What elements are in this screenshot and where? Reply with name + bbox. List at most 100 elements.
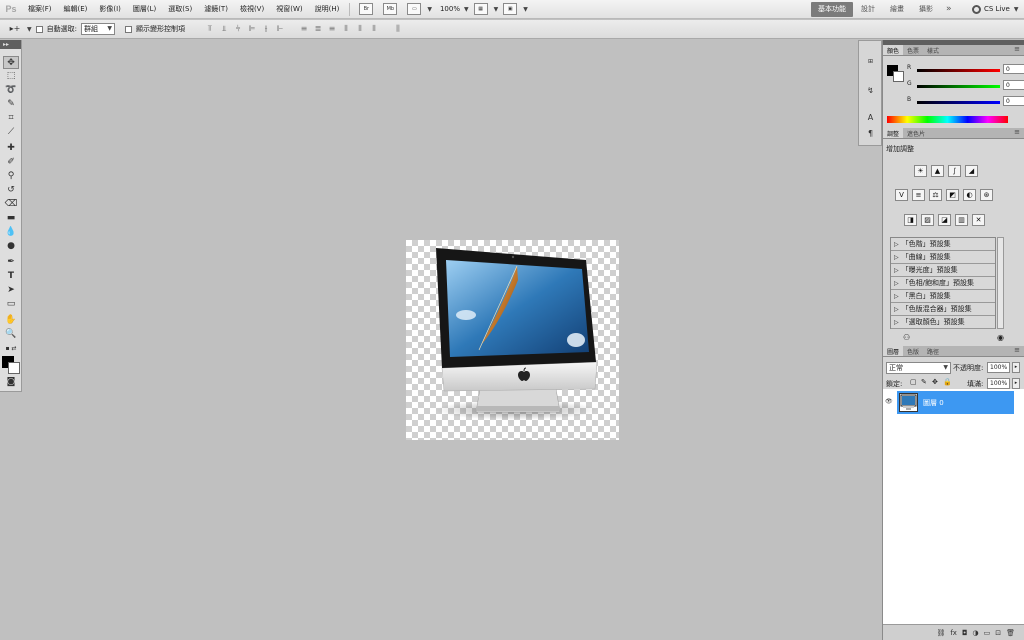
- menu-view[interactable]: 檢視(V): [234, 4, 270, 14]
- chevron-down-icon[interactable]: ▼: [427, 6, 432, 13]
- tab-adjustments[interactable]: 調整: [883, 128, 904, 138]
- red-slider-track[interactable]: [917, 69, 1000, 72]
- panel-menu-icon[interactable]: ≡: [1014, 128, 1020, 136]
- clone-stamp-tool-icon[interactable]: ⚲: [3, 170, 19, 183]
- zoom-tool-icon[interactable]: 🔍: [3, 328, 19, 341]
- tab-styles[interactable]: 樣式: [923, 45, 943, 55]
- default-colors-icon[interactable]: ▪ ⇄: [3, 342, 19, 355]
- preset-exposure[interactable]: ▷ 「曝光度」預設集: [891, 264, 995, 277]
- panel-menu-icon[interactable]: ≡: [1014, 346, 1020, 354]
- menu-select[interactable]: 選取(S): [162, 4, 198, 14]
- opacity-stepper[interactable]: ▸: [1012, 362, 1020, 373]
- workspace-design[interactable]: 設計: [861, 0, 875, 19]
- layer-visibility-eye-icon[interactable]: 👁: [885, 398, 893, 405]
- curves-icon[interactable]: ∫: [948, 165, 961, 177]
- screen-mode-icon[interactable]: ▣: [503, 3, 518, 15]
- vibrance-icon[interactable]: V: [895, 189, 908, 201]
- layer-style-fx-icon[interactable]: fx: [950, 629, 957, 637]
- tab-swatches[interactable]: 色票: [903, 45, 923, 55]
- marquee-tool-icon[interactable]: ⬚: [3, 70, 19, 83]
- dodge-tool-icon[interactable]: ●: [3, 240, 19, 253]
- quick-select-tool-icon[interactable]: ✎: [3, 98, 19, 111]
- lock-transparent-icon[interactable]: ▢: [910, 378, 917, 386]
- chevron-down-icon[interactable]: ▼: [494, 6, 499, 13]
- red-slider[interactable]: R 0: [907, 64, 1024, 76]
- align-bottom-icon[interactable]: ⫩: [233, 24, 243, 34]
- workspace-more-icon[interactable]: »: [946, 0, 952, 19]
- tab-color[interactable]: 顏色: [883, 45, 904, 55]
- blue-slider-track[interactable]: [917, 101, 1000, 104]
- preset-black-white[interactable]: ▷ 「黑白」預設集: [891, 290, 995, 303]
- selective-color-icon[interactable]: ✕: [972, 214, 985, 226]
- menu-help[interactable]: 說明(H): [309, 4, 346, 14]
- lock-position-icon[interactable]: ✥: [932, 378, 938, 386]
- tab-paths[interactable]: 路徑: [923, 346, 943, 356]
- bridge-icon[interactable]: Br: [359, 3, 374, 15]
- lock-pixels-icon[interactable]: ✎: [921, 378, 927, 386]
- add-mask-icon[interactable]: ◘: [962, 629, 968, 637]
- tools-panel-header[interactable]: ▸▸: [0, 40, 21, 49]
- distribute-left-icon[interactable]: ⦀: [341, 24, 351, 34]
- distribute-top-icon[interactable]: ≡: [299, 24, 309, 34]
- hue-saturation-icon[interactable]: ≡: [912, 189, 925, 201]
- distribute-hcenter-icon[interactable]: ⦀: [355, 24, 365, 34]
- gradient-tool-icon[interactable]: ▬: [3, 212, 19, 225]
- green-value-input[interactable]: 0: [1003, 80, 1024, 90]
- auto-select-dropdown[interactable]: 群組 ▼: [80, 23, 115, 35]
- preset-hue-saturation[interactable]: ▷ 「色相/飽和度」預設集: [891, 277, 995, 290]
- posterize-icon[interactable]: ▨: [921, 214, 934, 226]
- fill-input[interactable]: 100%: [987, 378, 1010, 389]
- arrange-documents-icon[interactable]: ▦: [473, 3, 488, 15]
- eraser-tool-icon[interactable]: ⌫: [3, 198, 19, 211]
- auto-select-checkbox[interactable]: [35, 25, 43, 33]
- panel-menu-icon[interactable]: ≡: [1014, 45, 1020, 53]
- photo-filter-icon[interactable]: ◐: [963, 189, 976, 201]
- cs-live-button[interactable]: CS Live ▼: [972, 0, 1018, 19]
- presets-scrollbar[interactable]: [997, 237, 1004, 329]
- chevron-down-icon[interactable]: ▼: [27, 26, 32, 33]
- type-tool-icon[interactable]: T: [3, 270, 19, 283]
- invert-icon[interactable]: ◨: [904, 214, 917, 226]
- healing-brush-tool-icon[interactable]: ✚: [3, 142, 19, 155]
- visibility-icon[interactable]: ◉: [997, 333, 1004, 342]
- tab-channels[interactable]: 色版: [903, 346, 923, 356]
- quick-mask-icon[interactable]: ◙: [3, 376, 19, 389]
- link-layers-icon[interactable]: ⛓: [936, 629, 945, 637]
- hand-tool-icon[interactable]: ✋: [3, 314, 19, 327]
- fill-stepper[interactable]: ▸: [1012, 378, 1020, 389]
- preset-levels[interactable]: ▷ 「色階」預設集: [891, 238, 995, 251]
- exposure-icon[interactable]: ◢: [965, 165, 978, 177]
- new-adjustment-layer-icon[interactable]: ◑: [973, 629, 979, 637]
- menu-image[interactable]: 影像(I): [93, 4, 127, 14]
- new-layer-icon[interactable]: ⊡: [995, 629, 1001, 637]
- tab-layers[interactable]: 圖層: [883, 346, 904, 356]
- menu-filter[interactable]: 濾鏡(T): [198, 4, 234, 14]
- distribute-vcenter-icon[interactable]: ≣: [313, 24, 323, 34]
- chevron-down-icon[interactable]: ▼: [523, 6, 528, 13]
- path-selection-tool-icon[interactable]: ➤: [3, 284, 19, 297]
- show-transform-checkbox[interactable]: [124, 25, 132, 33]
- new-group-icon[interactable]: ▭: [984, 629, 991, 637]
- levels-icon[interactable]: ▲: [931, 165, 944, 177]
- workspace-essentials-button[interactable]: 基本功能: [811, 2, 853, 17]
- background-color-swatch[interactable]: [8, 362, 20, 374]
- move-tool-preset-icon[interactable]: ▸+: [8, 24, 22, 34]
- delete-layer-icon[interactable]: 🗑: [1006, 629, 1015, 637]
- view-extras-icon[interactable]: ▭: [407, 3, 422, 15]
- align-left-icon[interactable]: ⊫: [247, 24, 257, 34]
- align-hcenter-icon[interactable]: ⫲: [261, 24, 271, 34]
- navigator-panel-icon[interactable]: ⊞: [864, 55, 877, 68]
- menu-edit[interactable]: 編輯(E): [58, 4, 94, 14]
- layer-name[interactable]: 圖層 0: [923, 398, 944, 408]
- gradient-map-icon[interactable]: ▥: [955, 214, 968, 226]
- channel-mixer-icon[interactable]: ⊛: [980, 189, 993, 201]
- workspace-painting[interactable]: 繪畫: [890, 0, 904, 19]
- align-right-icon[interactable]: ⊩: [275, 24, 285, 34]
- menu-file[interactable]: 檔案(F): [22, 4, 58, 14]
- document-canvas[interactable]: [406, 240, 619, 440]
- clip-to-layer-icon[interactable]: ⚇: [903, 333, 910, 342]
- blur-tool-icon[interactable]: 💧: [3, 226, 19, 239]
- pen-tool-icon[interactable]: ✒: [3, 256, 19, 269]
- mini-bridge-icon[interactable]: Mb: [383, 3, 398, 15]
- eyedropper-tool-icon[interactable]: ⟋: [3, 126, 19, 139]
